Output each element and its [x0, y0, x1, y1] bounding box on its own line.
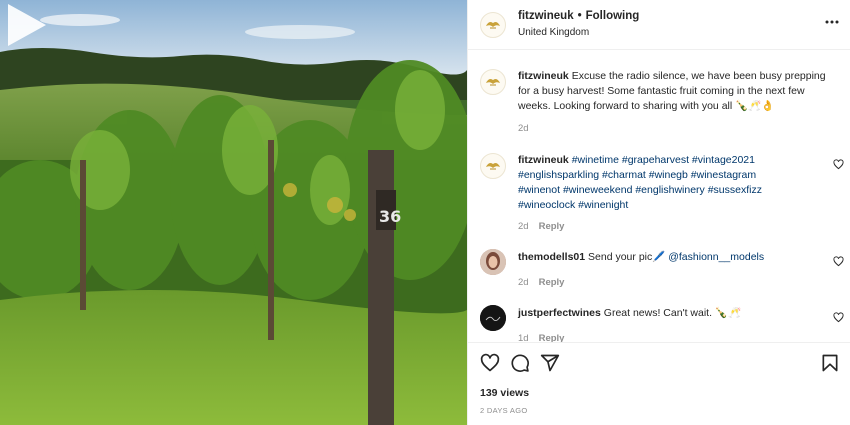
heart-icon[interactable]	[833, 159, 844, 170]
winery-logo-icon	[486, 163, 500, 170]
comment-3: justperfectwines Great news! Can't wait.…	[518, 306, 828, 321]
winery-logo-icon	[486, 22, 500, 29]
heart-icon[interactable]	[833, 256, 844, 267]
header-separator: •	[577, 10, 582, 22]
play-icon[interactable]	[0, 0, 50, 50]
comment-mention[interactable]: @fashionn__models	[668, 251, 764, 263]
comment-timestamp[interactable]: 2d	[518, 221, 529, 232]
reply-button[interactable]: Reply	[539, 333, 565, 342]
comment-meta: 2d Reply	[518, 221, 564, 232]
caption-avatar[interactable]	[480, 69, 506, 95]
user-photo-icon	[480, 249, 506, 275]
comment-avatar[interactable]	[480, 249, 506, 275]
comment-1: fitzwineuk #winetime #grapeharvest #vint…	[518, 153, 793, 213]
comment-username[interactable]: fitzwineuk	[518, 154, 569, 166]
heart-icon[interactable]	[833, 312, 844, 323]
reply-button[interactable]: Reply	[539, 221, 565, 232]
instagram-post-modal: 36 fitzwineuk•Following United Kingdom	[0, 0, 850, 425]
comment-icon[interactable]	[510, 353, 530, 373]
view-count[interactable]: 139 views	[480, 387, 529, 399]
heart-icon[interactable]	[480, 353, 500, 373]
comment-username[interactable]: themodells01	[518, 251, 585, 263]
winery-logo-icon	[486, 79, 500, 86]
vineyard-scene: 36	[0, 0, 467, 425]
post-actions: 139 views 2 DAYS AGO	[468, 342, 850, 425]
comment-2: themodells01 Send your pic🖊️ @fashionn__…	[518, 250, 828, 265]
comment-meta: 2d Reply	[518, 277, 564, 288]
reply-button[interactable]: Reply	[539, 277, 565, 288]
ellipsis-vertical-icon[interactable]	[825, 15, 839, 30]
location-link[interactable]: United Kingdom	[518, 27, 589, 38]
comment-text: Great news! Can't wait. 🍾🥂	[603, 307, 742, 319]
comment-timestamp[interactable]: 1d	[518, 333, 529, 342]
caption-username[interactable]: fitzwineuk	[518, 70, 569, 82]
comment-text: Send your pic🖊️	[588, 251, 666, 263]
header-username-line: fitzwineuk • Following	[518, 10, 639, 22]
account-avatar[interactable]	[480, 12, 506, 38]
comment-meta: 1d Reply	[518, 333, 564, 342]
comment-avatar[interactable]	[480, 305, 506, 331]
comment-avatar[interactable]	[480, 153, 506, 179]
comment-username[interactable]: justperfectwines	[518, 307, 601, 319]
header-username[interactable]: fitzwineuk	[518, 10, 574, 22]
svg-text:36: 36	[379, 207, 401, 226]
caption: fitzwineuk Excuse the radio silence, we …	[518, 69, 828, 114]
paper-plane-icon[interactable]	[540, 353, 560, 373]
comment-timestamp[interactable]: 2d	[518, 277, 529, 288]
brand-logo-icon	[480, 305, 506, 331]
following-button[interactable]: Following	[586, 10, 640, 22]
caption-timestamp[interactable]: 2d	[518, 123, 529, 134]
bookmark-icon[interactable]	[820, 353, 840, 373]
post-header: fitzwineuk • Following United Kingdom	[468, 0, 850, 50]
post-side-panel: fitzwineuk • Following United Kingdom fitz…	[467, 0, 850, 425]
post-video[interactable]: 36	[0, 0, 467, 425]
post-date[interactable]: 2 DAYS AGO	[480, 406, 527, 415]
comments-list[interactable]: fitzwineuk Excuse the radio silence, we …	[468, 51, 850, 342]
